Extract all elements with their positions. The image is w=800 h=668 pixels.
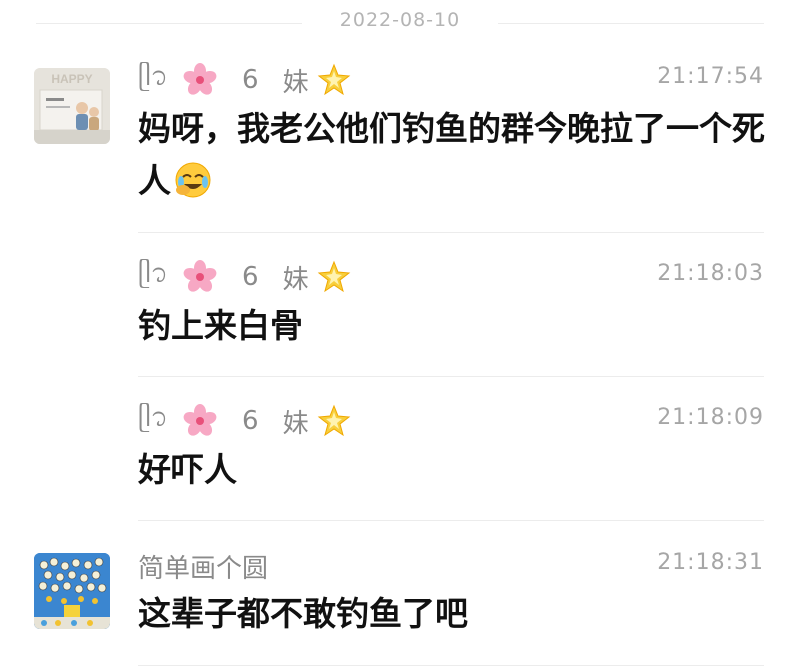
avatar[interactable] <box>34 553 110 629</box>
cherry-blossom-icon <box>183 260 217 292</box>
face-with-tears-icon <box>175 162 211 197</box>
divider <box>498 23 764 24</box>
divider <box>138 232 764 233</box>
message-body: 妈呀，我老公他们钓鱼的群今晚拉了一个死人 <box>138 109 765 200</box>
message-time: 21:18:09 <box>657 405 764 430</box>
message-text[interactable]: 好吓人 <box>138 444 768 496</box>
sender-number: 6 <box>242 65 259 95</box>
cherry-blossom-icon <box>183 63 217 95</box>
sender-prefix: ᥫ᭡ <box>138 258 169 289</box>
sender-name[interactable]: ᥫ᭡ 6 妹 <box>138 259 351 295</box>
sender-name[interactable]: ᥫ᭡ 6 妹 <box>138 62 351 98</box>
avatar-happy-text: HAPPY <box>51 72 92 86</box>
sender-char: 妹 <box>282 264 309 295</box>
date-label: 2022-08-10 <box>339 9 461 31</box>
avatar-photo <box>34 553 110 629</box>
divider <box>138 376 764 377</box>
divider <box>138 520 764 521</box>
glowing-star-icon <box>317 63 350 96</box>
sender-char: 妹 <box>282 408 309 439</box>
message-text[interactable]: 妈呀，我老公他们钓鱼的群今晚拉了一个死人 <box>138 103 768 207</box>
sender-name[interactable]: ᥫ᭡ 6 妹 <box>138 403 351 439</box>
glowing-star-icon <box>317 260 350 293</box>
sender-prefix: ᥫ᭡ <box>138 61 169 92</box>
message-text[interactable]: 这辈子都不敢钓鱼了吧 <box>138 588 768 640</box>
sender-name[interactable]: 简单画个圆 <box>138 548 268 584</box>
message-text[interactable]: 钓上来白骨 <box>138 300 768 352</box>
glowing-star-icon <box>317 404 350 437</box>
sender-number: 6 <box>242 406 259 436</box>
message-time: 21:17:54 <box>657 64 764 89</box>
message-time: 21:18:31 <box>657 550 764 575</box>
sender-prefix: ᥫ᭡ <box>138 402 169 433</box>
cherry-blossom-icon <box>183 404 217 436</box>
sender-number: 6 <box>242 262 259 292</box>
divider <box>138 665 764 666</box>
avatar-photo: HAPPY <box>34 68 110 144</box>
avatar[interactable]: HAPPY <box>34 68 110 144</box>
sender-char: 妹 <box>282 67 309 98</box>
date-separator: 2022-08-10 <box>0 0 800 46</box>
message-time: 21:18:03 <box>657 261 764 286</box>
sender-label: 简单画个圆 <box>138 553 269 584</box>
